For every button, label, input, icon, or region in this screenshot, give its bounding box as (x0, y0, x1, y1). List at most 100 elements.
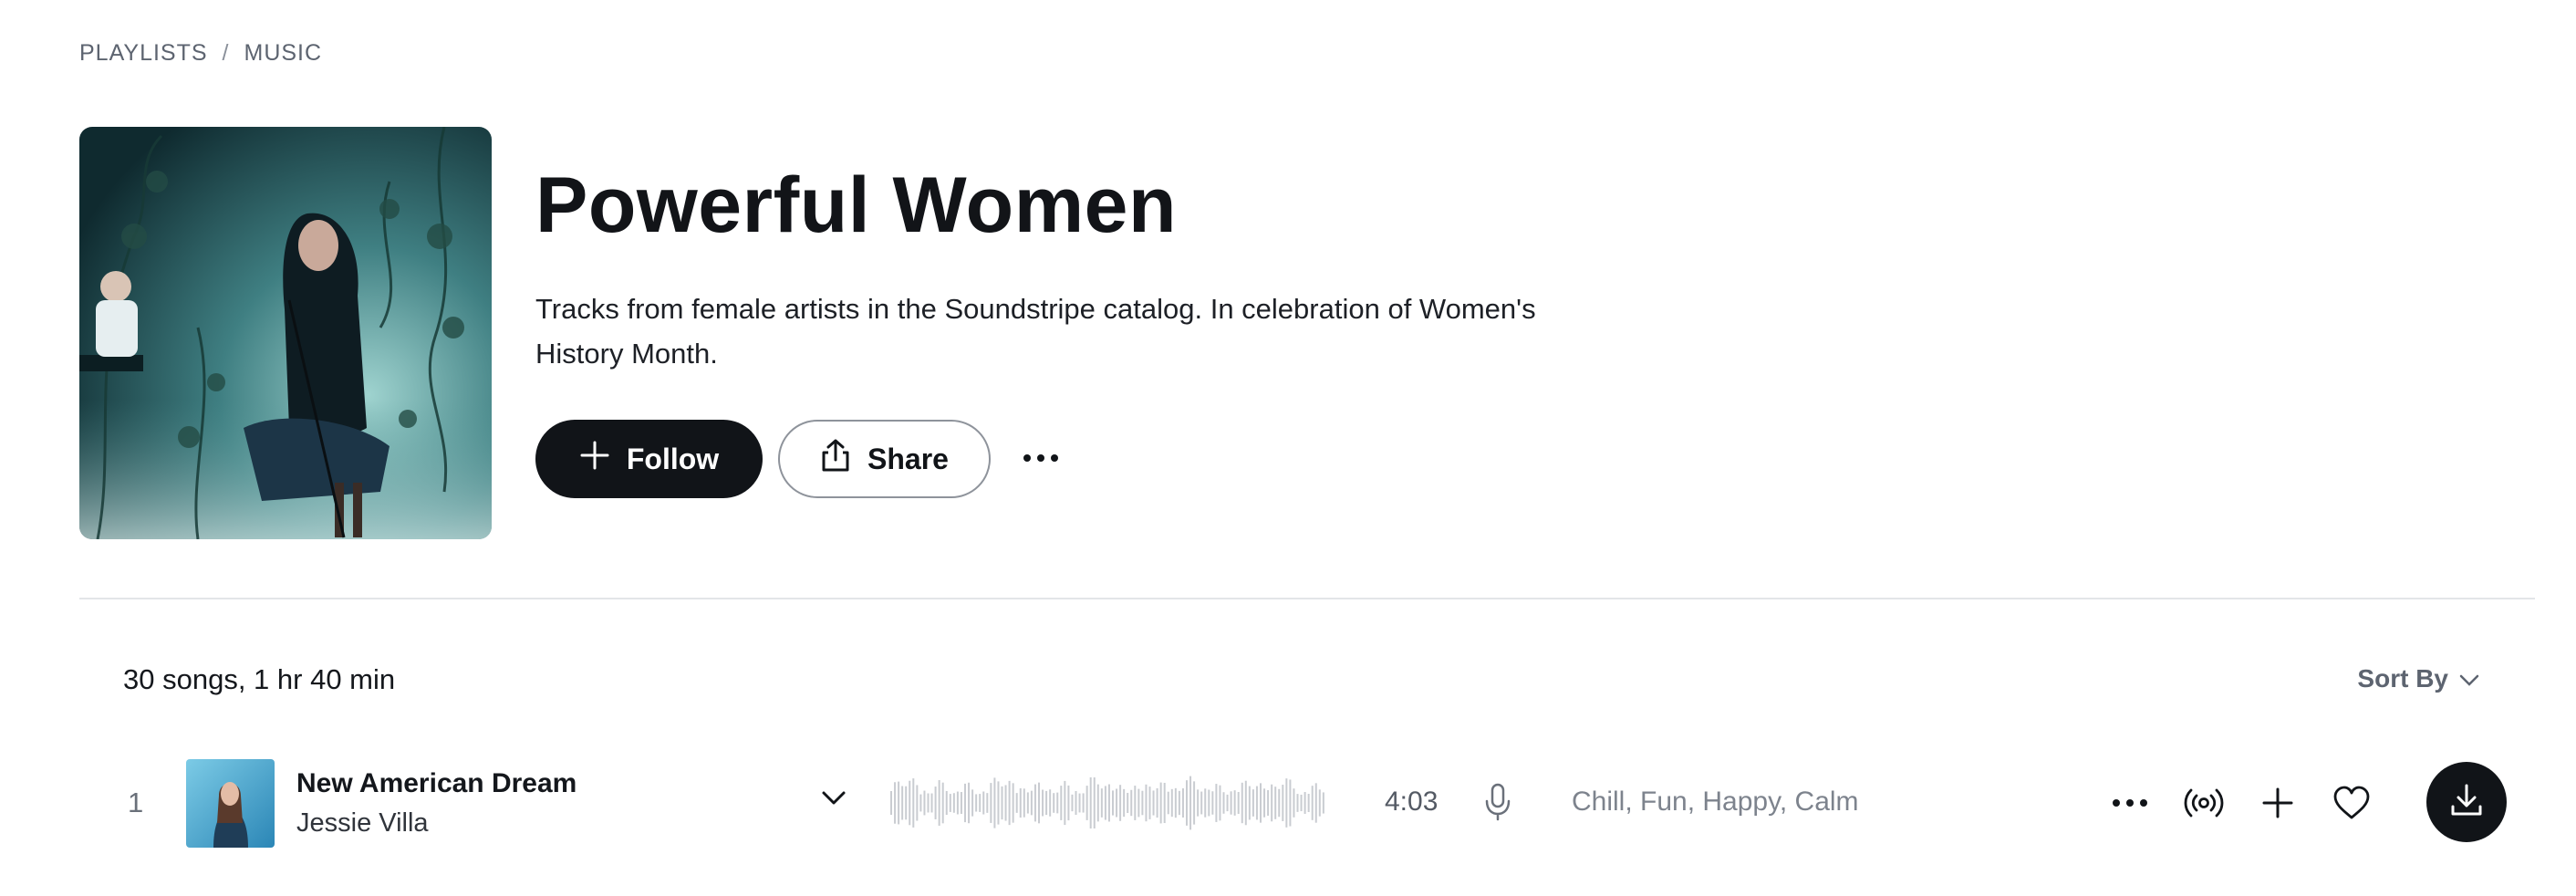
track-artist[interactable]: Jessie Villa (296, 808, 429, 839)
waveform-bar (909, 780, 911, 826)
waveform-bar (1093, 777, 1096, 828)
waveform-bar (960, 792, 962, 814)
waveform-bar (1038, 782, 1040, 824)
breadcrumb-separator: / (222, 40, 230, 66)
waveform-bar (1015, 793, 1018, 813)
waveform-bar (1289, 779, 1292, 827)
waveform-bar (1274, 787, 1277, 819)
waveform-bar (894, 782, 897, 824)
waveform-bar (1260, 783, 1262, 823)
waveform-bar (1219, 785, 1221, 821)
waveform-bar (1208, 789, 1210, 817)
waveform-bar (1241, 782, 1243, 824)
track-number: 1 (128, 787, 144, 818)
breadcrumb-music[interactable]: MUSIC (244, 40, 323, 67)
add-to-playlist-button[interactable] (2254, 779, 2301, 827)
waveform-bar (1248, 786, 1251, 820)
table-row[interactable]: 1 New American Dream Jessie Villa 4:03 C… (79, 755, 2535, 852)
waveform-bar (1211, 791, 1214, 815)
waveform-bar (930, 793, 933, 813)
waveform-bar (1012, 783, 1014, 823)
sort-by-dropdown[interactable]: Sort By (2357, 664, 2479, 693)
waveform-bar (1170, 788, 1173, 818)
waveform-bar (1085, 786, 1088, 820)
waveform-bar (912, 778, 915, 828)
waveform-bar (1042, 789, 1044, 817)
song-count: 30 songs, 1 hr 40 min (123, 663, 396, 695)
waveform-bar (1252, 789, 1254, 817)
breadcrumb: PLAYLISTS / MUSIC (79, 40, 322, 67)
waveform-bar (1156, 787, 1158, 818)
follow-button[interactable]: Follow (535, 420, 763, 498)
waveform[interactable] (888, 768, 1326, 838)
breadcrumb-playlists[interactable]: PLAYLISTS (79, 40, 208, 67)
waveform-bar (1255, 786, 1258, 820)
waveform-bar (890, 791, 892, 815)
waveform-bar (1311, 786, 1314, 820)
playlist-actions: Follow Share (535, 420, 1068, 498)
waveform-bar (1004, 785, 1007, 821)
waveform-bar (1148, 787, 1151, 819)
waveform-bar (1026, 792, 1029, 814)
waveform-bar (1100, 788, 1103, 818)
waveform-bar (941, 782, 944, 824)
waveform-bar (1300, 794, 1303, 812)
waveform-bar (1318, 789, 1321, 817)
waveform-bar (1278, 788, 1281, 818)
more-options-button[interactable] (1013, 432, 1068, 486)
waveform-bar (1174, 787, 1177, 818)
share-button[interactable]: Share (778, 420, 991, 498)
waveform-bar (1189, 776, 1192, 830)
waveform-bar (1193, 781, 1196, 825)
waveform-bar (923, 790, 926, 816)
waveform-bar (945, 790, 948, 816)
waveform-bar (1178, 790, 1180, 816)
waveform-bar (1045, 790, 1048, 816)
waveform-bar (938, 780, 940, 826)
track-title[interactable]: New American Dream (296, 768, 576, 799)
waveform-bar (901, 786, 904, 820)
waveform-bar (1145, 784, 1148, 822)
download-icon (2448, 782, 2485, 823)
waveform-bar (905, 786, 908, 820)
chevron-down-icon[interactable] (821, 790, 847, 811)
waveform-bar (1181, 788, 1184, 818)
waveform-bar (1127, 792, 1129, 814)
waveform-bar (1230, 791, 1232, 815)
microphone-icon (1484, 783, 1511, 826)
similar-songs-icon[interactable] (2180, 779, 2228, 827)
waveform-bar (1197, 789, 1200, 817)
waveform-bar (1222, 792, 1225, 814)
waveform-bar (1163, 782, 1166, 824)
waveform-bar (1307, 794, 1310, 812)
waveform-bar (1082, 793, 1085, 813)
waveform-bar (934, 787, 937, 819)
waveform-bar (1159, 782, 1162, 824)
waveform-bar (964, 783, 966, 823)
waveform-bar (1137, 788, 1140, 818)
section-divider (79, 598, 2535, 599)
waveform-bar (1237, 792, 1240, 814)
waveform-bar (952, 793, 955, 813)
waveform-bar (1067, 785, 1070, 821)
chevron-down-icon (2459, 664, 2479, 693)
waveform-bar (1293, 788, 1295, 818)
track-artwork[interactable] (186, 759, 275, 848)
heart-icon[interactable] (2328, 779, 2375, 827)
waveform-bar (1233, 790, 1236, 816)
waveform-bar (993, 777, 996, 828)
waveform-bar (1064, 780, 1066, 826)
waveform-bar (1167, 791, 1169, 815)
waveform-bar (1152, 790, 1155, 816)
waveform-bar (916, 785, 919, 821)
waveform-bar (968, 782, 971, 824)
download-button[interactable] (2426, 762, 2507, 842)
waveform-bar (1123, 788, 1126, 818)
waveform-bar (1244, 780, 1247, 826)
waveform-bar (1030, 790, 1033, 816)
waveform-bar (1130, 789, 1133, 817)
ellipsis-icon (1023, 451, 1059, 467)
waveform-bar (1271, 784, 1273, 822)
waveform-bar (1107, 784, 1110, 822)
more-options-button[interactable] (2106, 779, 2154, 827)
